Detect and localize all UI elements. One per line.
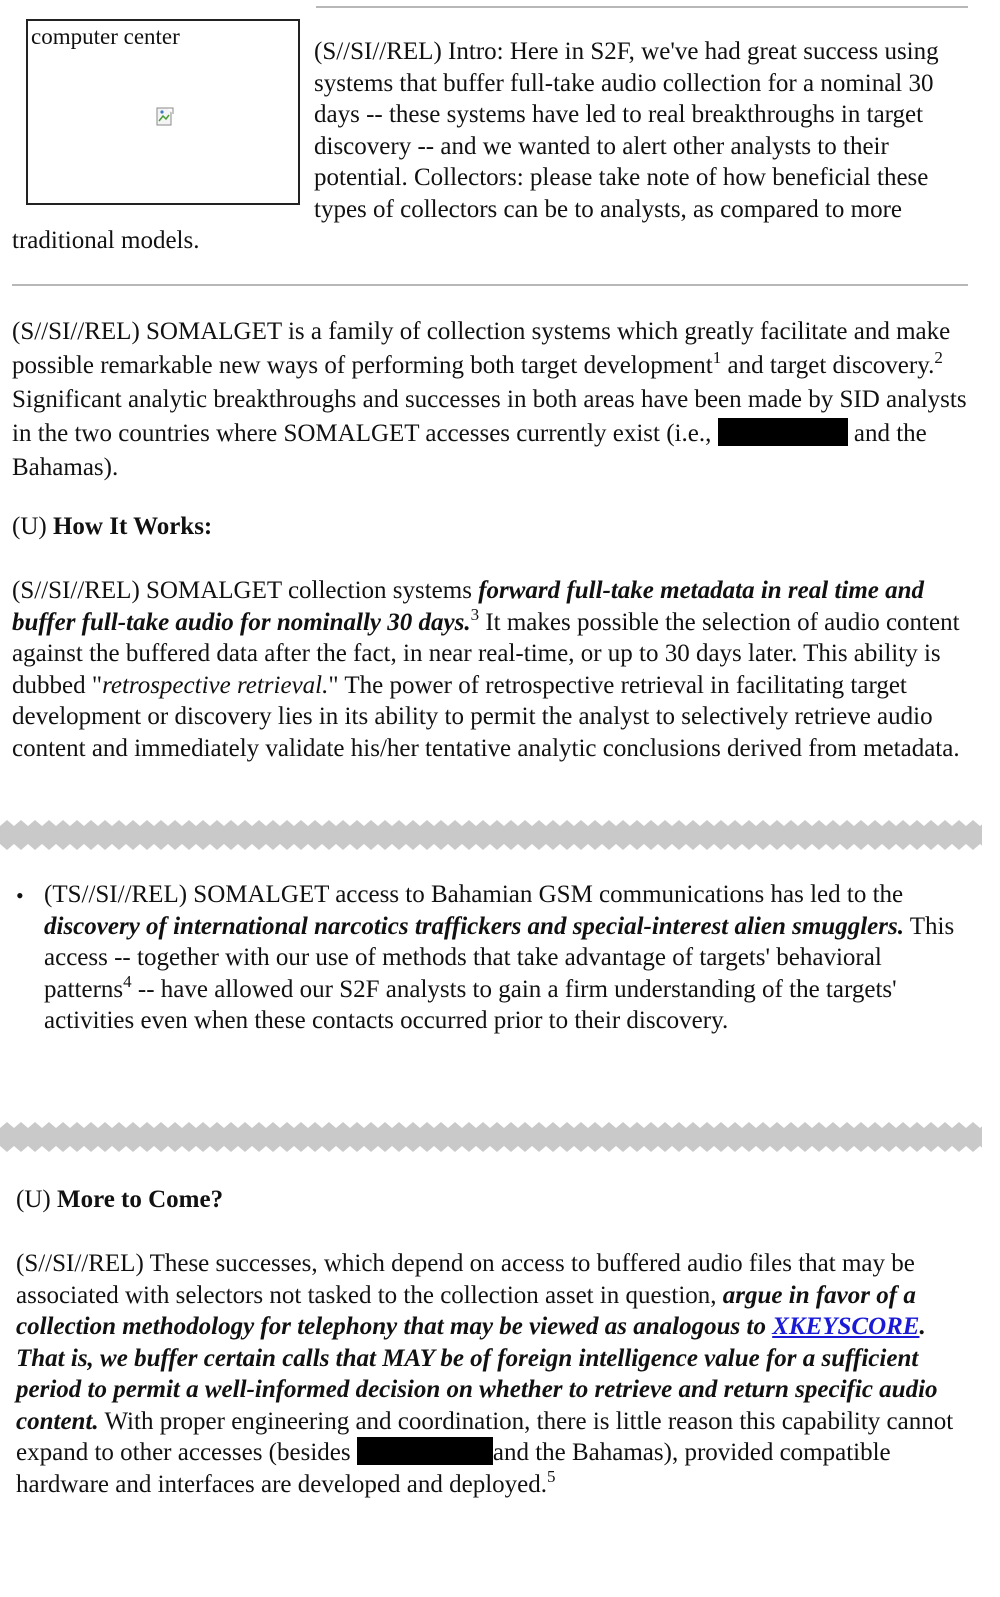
top-divider	[316, 6, 968, 8]
bullet-text-a: (TS//SI//REL) SOMALGET access to Bahamia…	[44, 881, 904, 908]
bullet-marker: •	[16, 883, 24, 908]
heading1-title: How It Works:	[52, 513, 213, 540]
footnote-ref-4: 4	[123, 971, 132, 991]
footnote-ref-2: 2	[934, 348, 943, 367]
intro-paragraph: (S//SI//REL) Intro: Here in S2F, we've h…	[12, 36, 972, 257]
p2-italic: retrospective retrieval.	[102, 671, 329, 699]
intro-marking: (S//SI//REL)	[314, 38, 442, 65]
more-to-come-paragraph: (S//SI//REL) These successes, which depe…	[16, 1248, 976, 1500]
how-it-works-paragraph: (S//SI//REL) SOMALGET collection systems…	[12, 575, 972, 764]
section-heading-more-to-come: (U) More to Come?	[16, 1184, 976, 1216]
p1-text-b: and target discovery.	[721, 352, 935, 379]
redaction-bar	[717, 418, 848, 446]
bullet-item: (TS//SI//REL) SOMALGET access to Bahamia…	[44, 879, 974, 1037]
footnote-ref-1: 1	[712, 348, 722, 367]
somalget-paragraph: (S//SI//REL) SOMALGET is a family of col…	[12, 315, 972, 485]
section-heading-how-it-works: (U) How It Works:	[12, 511, 972, 543]
torn-edge-divider	[0, 818, 982, 852]
heading2-title: More to Come?	[56, 1186, 224, 1213]
document-page: computer center (S//SI//REL) Intro: Here…	[0, 0, 1000, 1597]
section-divider	[12, 284, 968, 286]
footnote-ref-3: 3	[470, 604, 480, 624]
footnote-ref-5: 5	[546, 1466, 556, 1486]
bullet-emphasis: discovery of international narcotics tra…	[44, 912, 904, 940]
heading2-marking: (U)	[16, 1186, 57, 1213]
redaction-bar-2	[356, 1437, 493, 1465]
torn-edge-divider-2	[0, 1120, 982, 1154]
xkeyscore-link[interactable]: XKEYSCORE	[772, 1313, 919, 1340]
heading1-marking: (U)	[12, 513, 53, 540]
p2-text-a: (S//SI//REL) SOMALGET collection systems	[12, 577, 479, 604]
bullet-text-c: -- have allowed our S2F analysts to gain…	[44, 975, 897, 1035]
